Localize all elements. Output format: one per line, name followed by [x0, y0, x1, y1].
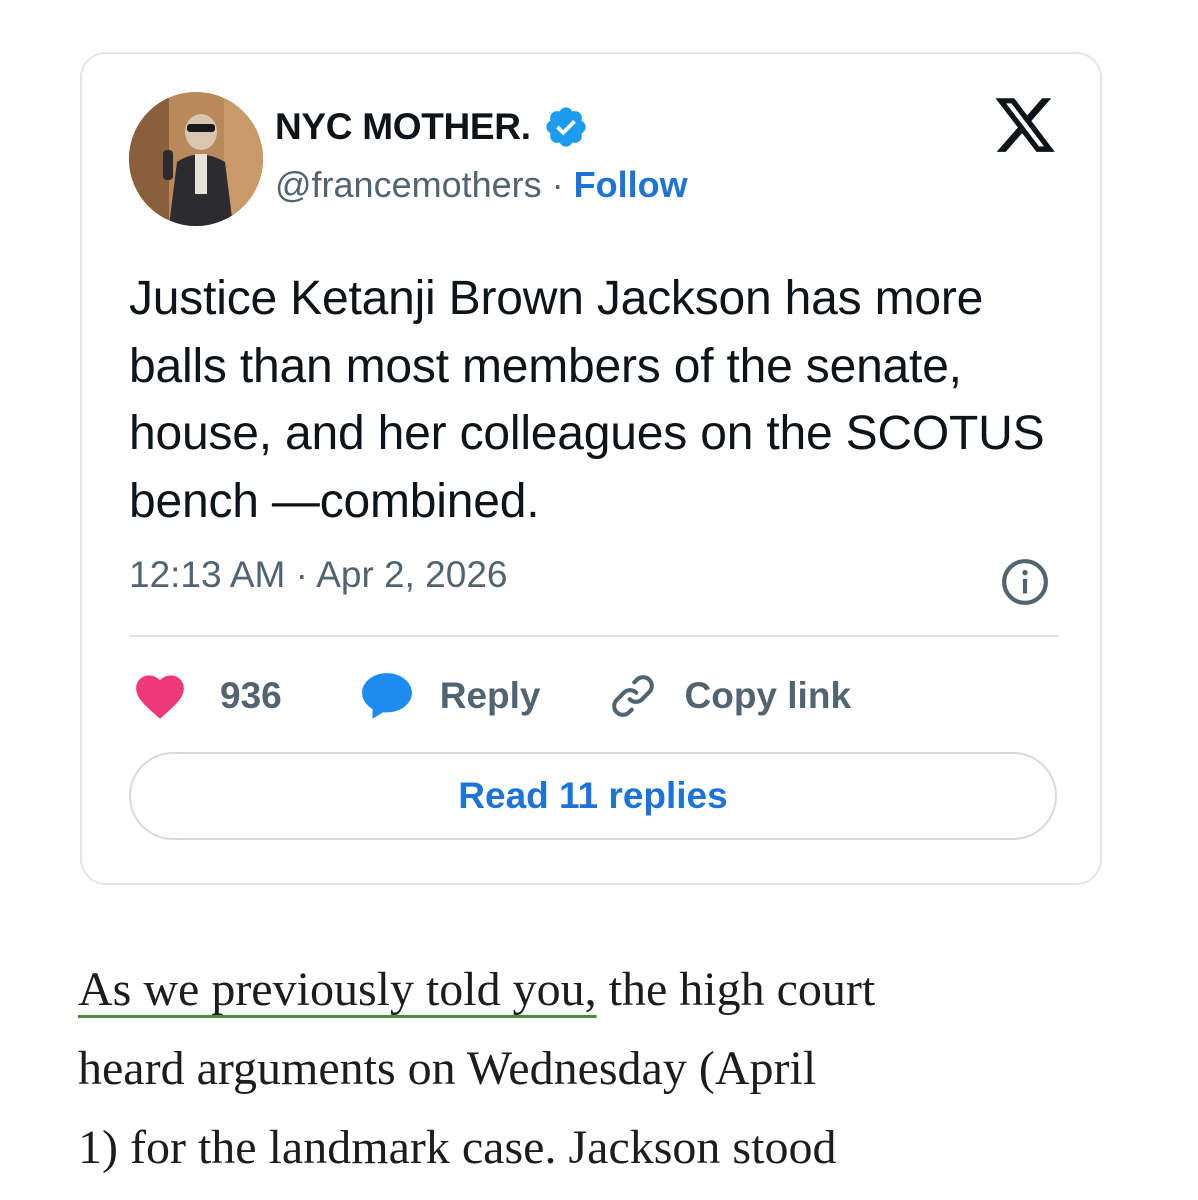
separator: ·	[285, 554, 317, 595]
copy-link-button[interactable]: Copy link	[541, 670, 852, 722]
article-line: 1) for the landmark case. Jackson stood	[78, 1121, 837, 1174]
action-bar: 936 Reply Copy link	[134, 668, 851, 724]
display-name[interactable]: NYC MOTHER.	[275, 104, 589, 150]
like-button[interactable]: 936	[134, 672, 282, 720]
info-icon[interactable]	[1000, 557, 1050, 607]
handle-row: @francemothers · Follow	[275, 164, 688, 206]
read-replies-button[interactable]: Read 11 replies	[129, 752, 1057, 840]
x-logo-icon[interactable]	[992, 92, 1058, 158]
like-count: 936	[220, 675, 282, 716]
article-paragraph: As we previously told you, the high cour…	[78, 950, 1178, 1029]
article-line: heard arguments on Wednesday (April	[78, 1042, 817, 1095]
link-icon	[611, 675, 654, 717]
separator: ·	[541, 164, 574, 205]
speech-bubble-icon	[361, 673, 412, 719]
display-name-text[interactable]: NYC MOTHER.	[275, 106, 531, 148]
verified-badge-icon	[546, 107, 586, 147]
reply-button[interactable]: Reply	[282, 671, 541, 721]
article-body: As we previously told you, the high cour…	[78, 950, 1178, 1187]
read-replies-label: Read 11 replies	[458, 775, 728, 816]
reply-label: Reply	[439, 675, 541, 716]
tweet-date[interactable]: Apr 2, 2026	[316, 554, 507, 595]
copy-link-label: Copy link	[684, 675, 852, 716]
divider	[129, 635, 1059, 637]
article-text: the high court	[596, 963, 876, 1016]
tweet-time[interactable]: 12:13 AM	[129, 554, 285, 595]
heart-icon	[136, 675, 184, 719]
follow-button[interactable]: Follow	[574, 164, 688, 205]
article-link[interactable]: As we previously told you,	[78, 963, 597, 1016]
embedded-tweet-card: NYC MOTHER. @francemothers · Follow Just…	[80, 52, 1102, 885]
tweet-text: Justice Ketanji Brown Jackson has more b…	[129, 272, 1045, 528]
tweet-timestamp[interactable]: 12:13 AM · Apr 2, 2026	[129, 554, 508, 596]
avatar[interactable]	[129, 92, 263, 226]
handle[interactable]: @francemothers	[275, 164, 542, 205]
